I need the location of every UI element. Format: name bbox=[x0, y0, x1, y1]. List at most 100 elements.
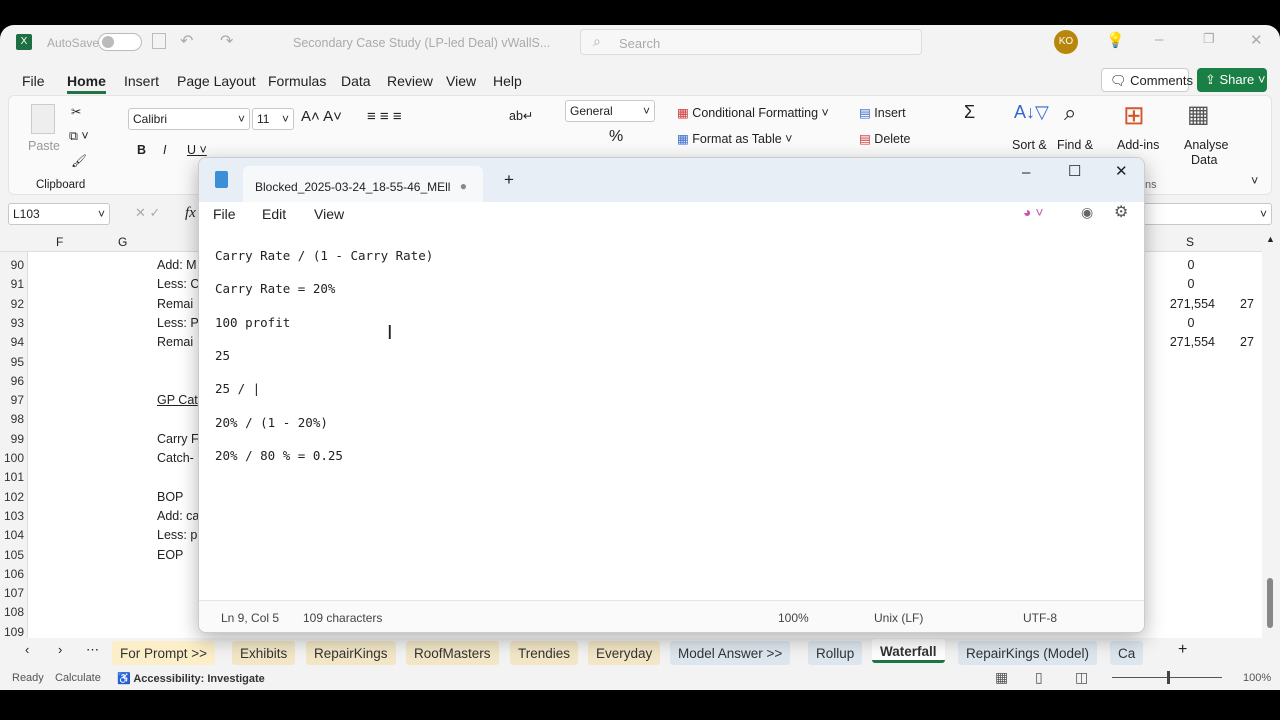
insert-cells-button[interactable]: ▤ Insert bbox=[859, 105, 906, 120]
notepad-menu-edit[interactable]: Edit bbox=[262, 206, 286, 222]
normal-view-icon[interactable]: ▦ bbox=[995, 669, 1008, 686]
find-icon[interactable]: ⌕ bbox=[1064, 100, 1076, 126]
notepad-minimize-button[interactable]: – bbox=[1022, 164, 1030, 181]
cell-label[interactable]: Remai bbox=[157, 297, 193, 311]
copy-icon[interactable]: ⧉ ˅ bbox=[69, 129, 89, 144]
cell-label[interactable]: Add: ca bbox=[157, 509, 199, 523]
document-title[interactable]: Secondary Case Study (LP-led Deal) vWall… bbox=[293, 36, 550, 50]
redo-icon[interactable]: ↷ bbox=[220, 31, 233, 51]
autosum-icon[interactable]: Σ bbox=[964, 102, 975, 123]
row-header[interactable]: 100 bbox=[0, 451, 24, 465]
more-tabs-icon[interactable]: ⋯ bbox=[86, 642, 99, 658]
avatar[interactable]: KO bbox=[1054, 30, 1078, 54]
sheet-tab[interactable]: RoofMasters bbox=[406, 641, 499, 665]
analyse-data-button[interactable]: Analyse bbox=[1184, 138, 1228, 152]
settings-icon[interactable]: ⚙ bbox=[1114, 202, 1128, 222]
row-header[interactable]: 97 bbox=[0, 393, 24, 407]
tab-insert[interactable]: Insert bbox=[124, 73, 159, 89]
close-button[interactable]: ✕ bbox=[1250, 31, 1263, 49]
account-icon[interactable]: ◉ bbox=[1081, 204, 1093, 221]
font-name-select[interactable]: Calibri ˅ bbox=[128, 108, 250, 130]
cell-label[interactable]: GP Cat bbox=[157, 393, 198, 407]
scroll-tabs-left-icon[interactable]: ‹ bbox=[25, 642, 29, 657]
sheet-tab[interactable]: Exhibits bbox=[232, 641, 296, 665]
cell-t[interactable]: 27 bbox=[1240, 297, 1254, 311]
sheet-tab[interactable]: Model Answer >> bbox=[670, 641, 791, 665]
sheet-tab[interactable]: Rollup bbox=[808, 641, 863, 665]
minimize-button[interactable]: – bbox=[1155, 31, 1163, 48]
autosave-toggle[interactable] bbox=[98, 33, 142, 51]
notepad-text-area[interactable]: Carry Rate / (1 - Carry Rate) Carry Rate … bbox=[199, 234, 1144, 600]
new-tab-icon[interactable]: + bbox=[504, 170, 514, 190]
sheet-tab[interactable]: RepairKings bbox=[306, 641, 396, 665]
row-header[interactable]: 102 bbox=[0, 490, 24, 504]
zoom-level[interactable]: 100% bbox=[1243, 672, 1271, 684]
delete-cells-button[interactable]: ▤ Delete bbox=[859, 131, 910, 146]
search-box[interactable]: ⌕ Search bbox=[580, 29, 922, 55]
tab-page-layout[interactable]: Page Layout bbox=[177, 73, 256, 89]
italic-button[interactable]: I bbox=[163, 143, 166, 157]
cell-s[interactable]: 271,554 bbox=[1150, 297, 1215, 311]
column-header-g[interactable]: G bbox=[118, 235, 127, 249]
tab-file[interactable]: File bbox=[22, 73, 45, 89]
status-calculate[interactable]: Calculate bbox=[55, 672, 101, 684]
number-format-select[interactable]: General ˅ bbox=[565, 100, 655, 122]
cell-label[interactable]: Carry F bbox=[157, 432, 199, 446]
cell-label[interactable]: Less: p bbox=[157, 528, 197, 542]
undo-icon[interactable]: ↶ bbox=[180, 31, 193, 51]
column-header-s[interactable]: S bbox=[1186, 235, 1194, 249]
cell-t[interactable]: 27 bbox=[1240, 335, 1254, 349]
cell-label[interactable]: Add: M bbox=[157, 258, 197, 272]
page-layout-view-icon[interactable]: ▯ bbox=[1035, 669, 1043, 686]
row-header[interactable]: 96 bbox=[0, 374, 24, 388]
lightbulb-icon[interactable]: 💡 bbox=[1106, 31, 1125, 49]
collapse-ribbon-icon[interactable]: ˅ bbox=[1251, 174, 1258, 188]
notepad-close-button[interactable]: ✕ bbox=[1115, 162, 1128, 180]
addins-button[interactable]: Add-ins bbox=[1117, 138, 1159, 152]
conditional-formatting-button[interactable]: ▦ Conditional Formatting ˅ bbox=[677, 105, 829, 120]
tab-formulas[interactable]: Formulas bbox=[268, 73, 326, 89]
sheet-tab[interactable]: Waterfall bbox=[872, 639, 945, 663]
cell-s[interactable]: 0 bbox=[1160, 258, 1222, 272]
row-header[interactable]: 108 bbox=[0, 605, 24, 619]
tab-view[interactable]: View bbox=[446, 73, 476, 89]
row-header[interactable]: 92 bbox=[0, 297, 24, 311]
tab-review[interactable]: Review bbox=[387, 73, 433, 89]
row-header[interactable]: 99 bbox=[0, 432, 24, 446]
notepad-maximize-button[interactable]: ☐ bbox=[1068, 162, 1081, 180]
cell-s[interactable]: 271,554 bbox=[1150, 335, 1215, 349]
unsaved-dot-icon[interactable]: ● bbox=[460, 179, 467, 193]
sheet-tab[interactable]: RepairKings (Model) bbox=[958, 641, 1098, 665]
name-box[interactable]: L103 ˅ bbox=[8, 203, 110, 225]
add-sheet-icon[interactable]: + bbox=[1178, 641, 1187, 659]
sheet-tab[interactable]: Everyday bbox=[588, 641, 661, 665]
paste-button[interactable]: Paste bbox=[28, 139, 60, 153]
row-header[interactable]: 98 bbox=[0, 412, 24, 426]
format-painter-icon[interactable]: 🖌 bbox=[71, 154, 87, 169]
cell-label[interactable]: BOP bbox=[157, 490, 183, 504]
comments-button[interactable]: 🗨 Comments bbox=[1101, 68, 1193, 92]
sheet-tab[interactable]: Trendies bbox=[510, 641, 579, 665]
cell-s[interactable]: 0 bbox=[1160, 277, 1222, 291]
fx-label[interactable]: fx bbox=[185, 205, 196, 222]
row-header[interactable]: 95 bbox=[0, 355, 24, 369]
restore-button[interactable]: ❐ bbox=[1203, 31, 1215, 47]
sheet-tab[interactable]: For Prompt >> bbox=[112, 641, 216, 665]
percent-icon[interactable]: % bbox=[609, 128, 623, 146]
row-header[interactable]: 107 bbox=[0, 586, 24, 600]
cell-label[interactable]: EOP bbox=[157, 548, 183, 562]
font-size-select[interactable]: 11 ˅ bbox=[252, 108, 294, 130]
notepad-menu-file[interactable]: File bbox=[213, 206, 236, 222]
underline-button[interactable]: U ˅ bbox=[187, 143, 207, 157]
tab-help[interactable]: Help bbox=[493, 73, 522, 89]
wrap-text-icon[interactable]: ab↵ bbox=[509, 108, 533, 123]
save-icon[interactable] bbox=[152, 33, 166, 49]
sort-filter-icon[interactable]: A↓▽ bbox=[1014, 102, 1049, 123]
format-as-table-button[interactable]: ▦ Format as Table ˅ bbox=[677, 131, 792, 146]
row-header[interactable]: 101 bbox=[0, 470, 24, 484]
cut-icon[interactable]: ✂ bbox=[71, 104, 81, 119]
column-header-f[interactable]: F bbox=[56, 235, 63, 249]
copilot-icon[interactable]: ◕ ˅ bbox=[1023, 204, 1044, 220]
cell-s[interactable]: 0 bbox=[1160, 316, 1222, 330]
cell-label[interactable]: Catch- bbox=[157, 451, 194, 465]
